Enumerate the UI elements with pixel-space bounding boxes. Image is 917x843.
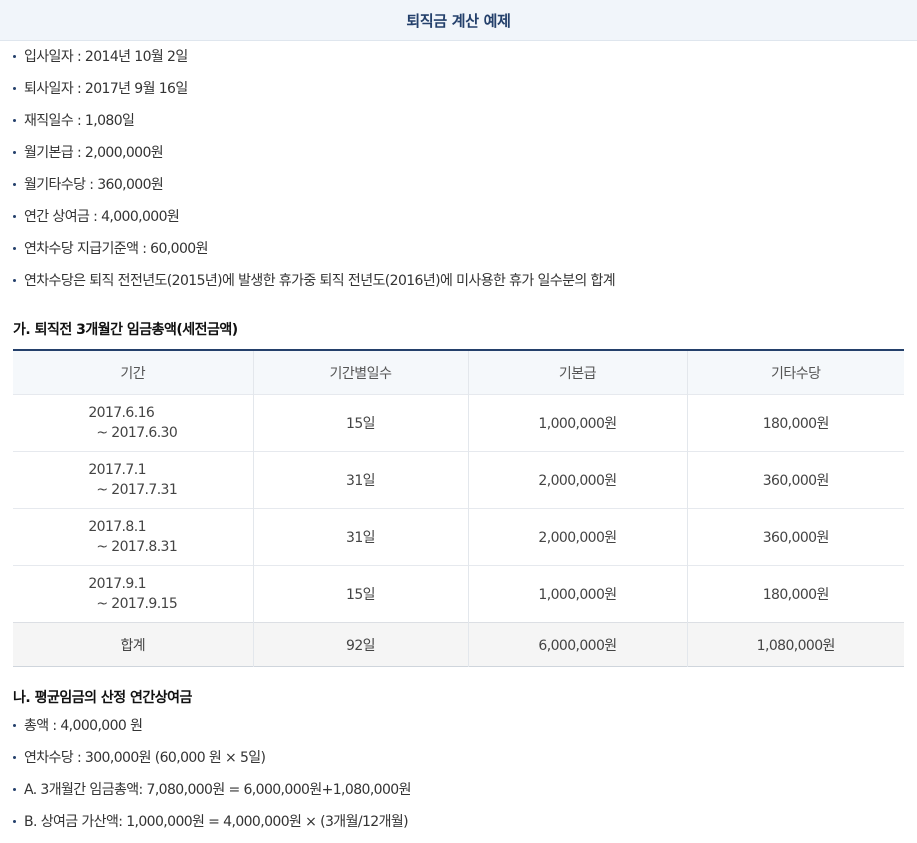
list-item: 입사일자 : 2014년 10월 2일 <box>13 41 904 73</box>
list-item: 연간 상여금 : 4,000,000원 <box>13 201 904 233</box>
info-item-hire-date: 입사일자 : 2014년 10월 2일 <box>24 49 188 65</box>
period-end: ~ 2017.7.31 <box>96 482 178 498</box>
list-item: 연차수당 지급기준액 : 60,000원 <box>13 233 904 265</box>
bullet-icon <box>13 247 16 250</box>
base-cell: 1,000,000원 <box>467 565 687 623</box>
main-content: 입사일자 : 2014년 10월 2일 퇴사일자 : 2017년 9월 16일 … <box>0 41 917 838</box>
period-end: ~ 2017.8.31 <box>96 539 178 555</box>
period-cell: 2017.7.1 ~ 2017.7.31 <box>13 451 253 509</box>
period-cell: 2017.9.1 ~ 2017.9.15 <box>13 565 253 623</box>
bullet-icon <box>13 724 16 727</box>
calc-item-wage-total: A. 3개월간 임금총액: 7,080,000원 = 6,000,000원+1,… <box>24 782 411 798</box>
list-item: 월기타수당 : 360,000원 <box>13 169 904 201</box>
period-start: 2017.8.1 <box>88 519 146 535</box>
list-item: 재직일수 : 1,080일 <box>13 105 904 137</box>
info-item-annual-bonus: 연간 상여금 : 4,000,000원 <box>24 209 180 225</box>
page-header: 퇴직금 계산 예제 <box>0 0 917 41</box>
base-cell: 1,000,000원 <box>467 394 687 452</box>
table-row: 2017.9.1 ~ 2017.9.15 15일 1,000,000원 180,0… <box>13 565 904 623</box>
info-item-base-salary: 월기본급 : 2,000,000원 <box>24 145 164 161</box>
column-header-other: 기타수당 <box>686 350 904 395</box>
base-cell: 2,000,000원 <box>467 451 687 509</box>
total-other: 1,080,000원 <box>686 622 904 667</box>
table-row: 2017.7.1 ~ 2017.7.31 31일 2,000,000원 360,0… <box>13 451 904 509</box>
list-item: 총액 : 4,000,000 원 <box>13 710 904 742</box>
bullet-icon <box>13 55 16 58</box>
period-cell: 2017.8.1 ~ 2017.8.31 <box>13 508 253 566</box>
bullet-icon <box>13 87 16 90</box>
list-item: 연차수당은 퇴직 전전년도(2015년)에 발생한 휴가중 퇴직 전년도(201… <box>13 265 904 297</box>
bullet-icon <box>13 756 16 759</box>
list-item: 연차수당 : 300,000원 (60,000 원 × 5일) <box>13 742 904 774</box>
column-header-period: 기간 <box>13 350 253 395</box>
info-item-other-allowance: 월기타수당 : 360,000원 <box>24 177 164 193</box>
info-item-leave-allowance-note: 연차수당은 퇴직 전전년도(2015년)에 발생한 휴가중 퇴직 전년도(201… <box>24 273 616 289</box>
days-cell: 31일 <box>252 451 468 509</box>
total-base: 6,000,000원 <box>467 622 687 667</box>
calc-list: 총액 : 4,000,000 원 연차수당 : 300,000원 (60,000… <box>13 710 904 838</box>
list-item: B. 상여금 가산액: 1,000,000원 = 4,000,000원 × (3… <box>13 806 904 838</box>
table-header-row: 기간 기간별일수 기본급 기타수당 <box>13 350 904 395</box>
info-list: 입사일자 : 2014년 10월 2일 퇴사일자 : 2017년 9월 16일 … <box>13 41 904 297</box>
other-cell: 180,000원 <box>686 565 904 623</box>
column-header-days: 기간별일수 <box>252 350 468 395</box>
total-days: 92일 <box>252 622 468 667</box>
bullet-icon <box>13 151 16 154</box>
table-row: 2017.6.16 ~ 2017.6.30 15일 1,000,000원 180,… <box>13 394 904 452</box>
other-cell: 360,000원 <box>686 451 904 509</box>
bullet-icon <box>13 183 16 186</box>
total-label: 합계 <box>13 622 253 667</box>
bullet-icon <box>13 820 16 823</box>
info-item-leave-allowance-base: 연차수당 지급기준액 : 60,000원 <box>24 241 208 257</box>
calc-item-leave-allowance: 연차수당 : 300,000원 (60,000 원 × 5일) <box>24 750 266 766</box>
period-start: 2017.7.1 <box>88 462 146 478</box>
other-cell: 180,000원 <box>686 394 904 452</box>
column-header-base: 기본급 <box>467 350 687 395</box>
bullet-icon <box>13 788 16 791</box>
table-row: 2017.8.1 ~ 2017.8.31 31일 2,000,000원 360,0… <box>13 508 904 566</box>
period-end: ~ 2017.6.30 <box>96 425 178 441</box>
calc-item-bonus-total: 총액 : 4,000,000 원 <box>24 718 143 734</box>
bullet-icon <box>13 279 16 282</box>
period-cell: 2017.6.16 ~ 2017.6.30 <box>13 394 253 452</box>
days-cell: 15일 <box>252 565 468 623</box>
base-cell: 2,000,000원 <box>467 508 687 566</box>
other-cell: 360,000원 <box>686 508 904 566</box>
page-title: 퇴직금 계산 예제 <box>406 11 511 30</box>
section-b-title: 나. 평균임금의 산정 연간상여금 <box>13 690 192 706</box>
table-total-row: 합계 92일 6,000,000원 1,080,000원 <box>13 622 904 667</box>
info-item-service-days: 재직일수 : 1,080일 <box>24 113 135 129</box>
list-item: 월기본급 : 2,000,000원 <box>13 137 904 169</box>
period-start: 2017.9.1 <box>88 576 146 592</box>
days-cell: 15일 <box>252 394 468 452</box>
info-item-retire-date: 퇴사일자 : 2017년 9월 16일 <box>24 81 188 97</box>
days-cell: 31일 <box>252 508 468 566</box>
list-item: 퇴사일자 : 2017년 9월 16일 <box>13 73 904 105</box>
bullet-icon <box>13 215 16 218</box>
section-a-title: 가. 퇴직전 3개월간 임금총액(세전금액) <box>13 322 238 338</box>
period-start: 2017.6.16 <box>88 405 155 421</box>
list-item: A. 3개월간 임금총액: 7,080,000원 = 6,000,000원+1,… <box>13 774 904 806</box>
period-end: ~ 2017.9.15 <box>96 596 178 612</box>
bullet-icon <box>13 119 16 122</box>
salary-table: 기간 기간별일수 기본급 기타수당 2017.6.16 ~ 2017.6.30 1… <box>13 349 904 667</box>
calc-item-bonus-addition: B. 상여금 가산액: 1,000,000원 = 4,000,000원 × (3… <box>24 814 409 830</box>
